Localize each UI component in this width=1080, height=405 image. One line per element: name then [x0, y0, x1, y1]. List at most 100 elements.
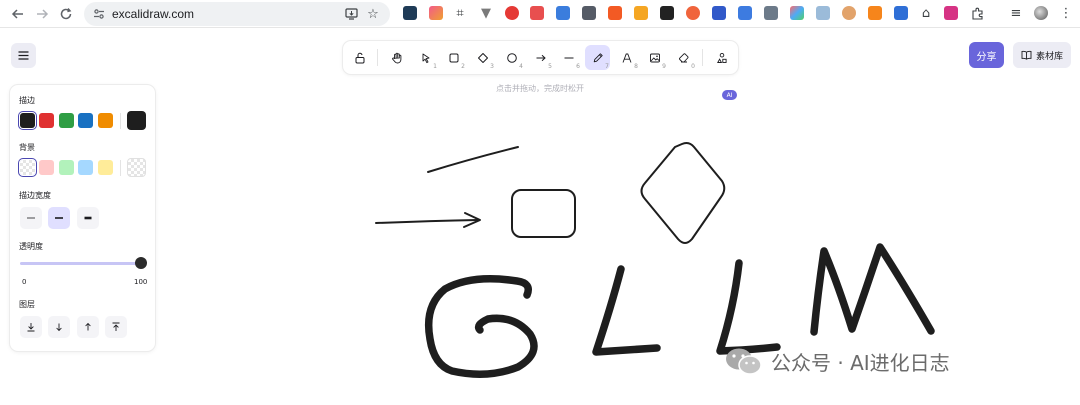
screenshot-extension-icon[interactable]: ⌗ [452, 5, 468, 21]
background-color-blue[interactable] [78, 160, 93, 175]
reload-icon[interactable] [56, 4, 76, 24]
extension-icon[interactable] [712, 6, 726, 20]
forward-icon[interactable] [32, 4, 52, 24]
shortcut-key: 1 [433, 63, 437, 70]
extension-icon[interactable] [403, 6, 417, 20]
drawn-line[interactable] [427, 146, 519, 173]
drawn-arrow[interactable] [375, 219, 479, 224]
stroke-color-green[interactable] [59, 113, 74, 128]
excalidraw-app: 1 2 3 4 5 6 7 8 9 0 AI 点击并拖动，完成时松开 分享 素材… [0, 29, 1080, 405]
tool-diamond[interactable]: 3 [470, 45, 495, 70]
extension-icon[interactable] [764, 6, 778, 20]
pencil-icon [593, 52, 603, 62]
background-color-green[interactable] [59, 160, 74, 175]
bookmark-star-icon[interactable]: ☆ [364, 5, 382, 23]
extension-icon[interactable] [582, 6, 596, 20]
stroke-color-blue[interactable] [78, 113, 93, 128]
stroke-color-orange[interactable] [98, 113, 113, 128]
extension-icon[interactable] [790, 6, 804, 20]
opacity-slider-track[interactable] [20, 262, 142, 265]
extension-icon[interactable] [738, 6, 752, 20]
bold-line-icon [55, 217, 63, 219]
stroke-width-extra-bold[interactable] [77, 207, 99, 229]
tool-freedraw[interactable]: 7 [585, 45, 610, 70]
pointer-icon [422, 53, 429, 63]
background-color-yellow[interactable] [98, 160, 113, 175]
bring-forward-button[interactable] [77, 316, 99, 338]
shapes-library-icon [716, 52, 727, 63]
background-color-current[interactable] [127, 158, 146, 177]
library-button[interactable]: 素材库 [1013, 42, 1071, 68]
translate-extension-icon[interactable] [556, 6, 570, 20]
arrow-up-icon [85, 322, 91, 331]
extension-icon[interactable]: ▼ [478, 5, 494, 21]
extension-icon[interactable] [608, 6, 622, 20]
opacity-slider-thumb[interactable] [135, 257, 147, 269]
tool-text[interactable]: 8 [614, 45, 639, 70]
browser-menu-icon[interactable]: ⋮ [1058, 5, 1074, 21]
drawn-diamond[interactable] [640, 142, 726, 244]
extension-icon[interactable] [816, 6, 830, 20]
rss-extension-icon[interactable] [634, 6, 648, 20]
watermark: 公众号 · AI进化日志 [723, 341, 950, 381]
install-app-icon[interactable] [342, 5, 360, 23]
reading-list-icon[interactable]: ≡ [1008, 5, 1024, 21]
background-color-red[interactable] [39, 160, 54, 175]
tool-ellipse[interactable]: 4 [499, 45, 524, 70]
extension-icon[interactable] [530, 6, 544, 20]
stroke-color-red[interactable] [39, 113, 54, 128]
share-button[interactable]: 分享 [969, 42, 1004, 68]
extension-icon[interactable] [505, 6, 519, 20]
drawn-rectangle[interactable] [511, 189, 576, 238]
extensions-puzzle-icon[interactable] [969, 5, 985, 21]
tool-arrow[interactable]: 5 [528, 45, 553, 70]
metamask-extension-icon[interactable] [868, 6, 882, 20]
library-label: 素材库 [1035, 51, 1063, 62]
drawn-letter-l-1[interactable] [592, 265, 661, 356]
bring-to-front-button[interactable] [105, 316, 127, 338]
tool-lock[interactable] [347, 45, 372, 70]
extension-icon[interactable] [429, 6, 443, 20]
drawn-letter-l-2[interactable] [716, 259, 781, 355]
unlock-icon [355, 52, 364, 63]
extension-icon[interactable] [944, 6, 958, 20]
extension-icon[interactable] [686, 6, 700, 20]
tool-line[interactable]: 6 [556, 45, 581, 70]
opacity-max: 100 [134, 278, 148, 286]
watermark-text: 公众号 · AI进化日志 [771, 350, 950, 375]
tool-hand[interactable] [384, 45, 409, 70]
address-bar[interactable]: excalidraw.com ☆ [84, 2, 390, 26]
tool-image[interactable]: 9 [642, 45, 667, 70]
main-menu-button[interactable] [11, 43, 36, 68]
hand-icon [391, 52, 401, 63]
extra-bold-line-icon [84, 216, 92, 220]
arrow-icon [536, 54, 546, 61]
send-to-back-button[interactable] [20, 316, 42, 338]
drawing-hint: 点击并拖动，完成时松开 [496, 84, 584, 93]
extension-icon[interactable]: ⌂ [918, 5, 934, 21]
send-backward-button[interactable] [48, 316, 70, 338]
image-icon [649, 53, 660, 62]
stroke-color-black[interactable] [20, 113, 35, 128]
tool-selection[interactable]: 1 [413, 45, 438, 70]
drawn-letter-g[interactable] [424, 275, 538, 378]
diamond-icon [477, 52, 488, 63]
profile-avatar[interactable] [1034, 6, 1048, 20]
stroke-color-current[interactable] [127, 111, 146, 130]
site-settings-icon[interactable] [90, 5, 108, 23]
tool-eraser[interactable]: 0 [671, 45, 696, 70]
extension-icon[interactable] [894, 6, 908, 20]
extension-icon[interactable] [842, 6, 856, 20]
drawn-letter-m[interactable] [810, 243, 935, 336]
background-color-transparent[interactable] [20, 160, 35, 175]
stroke-width-bold[interactable] [48, 207, 70, 229]
tool-extra-shapes[interactable] [709, 45, 734, 70]
extension-icon[interactable] [660, 6, 674, 20]
properties-panel: 描边 背景 描边宽度 透明度 0 100 图层 [10, 85, 155, 351]
tool-rectangle[interactable]: 2 [441, 45, 466, 70]
back-icon[interactable] [8, 4, 28, 24]
stroke-width-thin[interactable] [20, 207, 42, 229]
shortcut-key: 0 [691, 63, 695, 70]
rectangle-icon [449, 53, 458, 62]
stroke-width-label: 描边宽度 [19, 191, 51, 200]
